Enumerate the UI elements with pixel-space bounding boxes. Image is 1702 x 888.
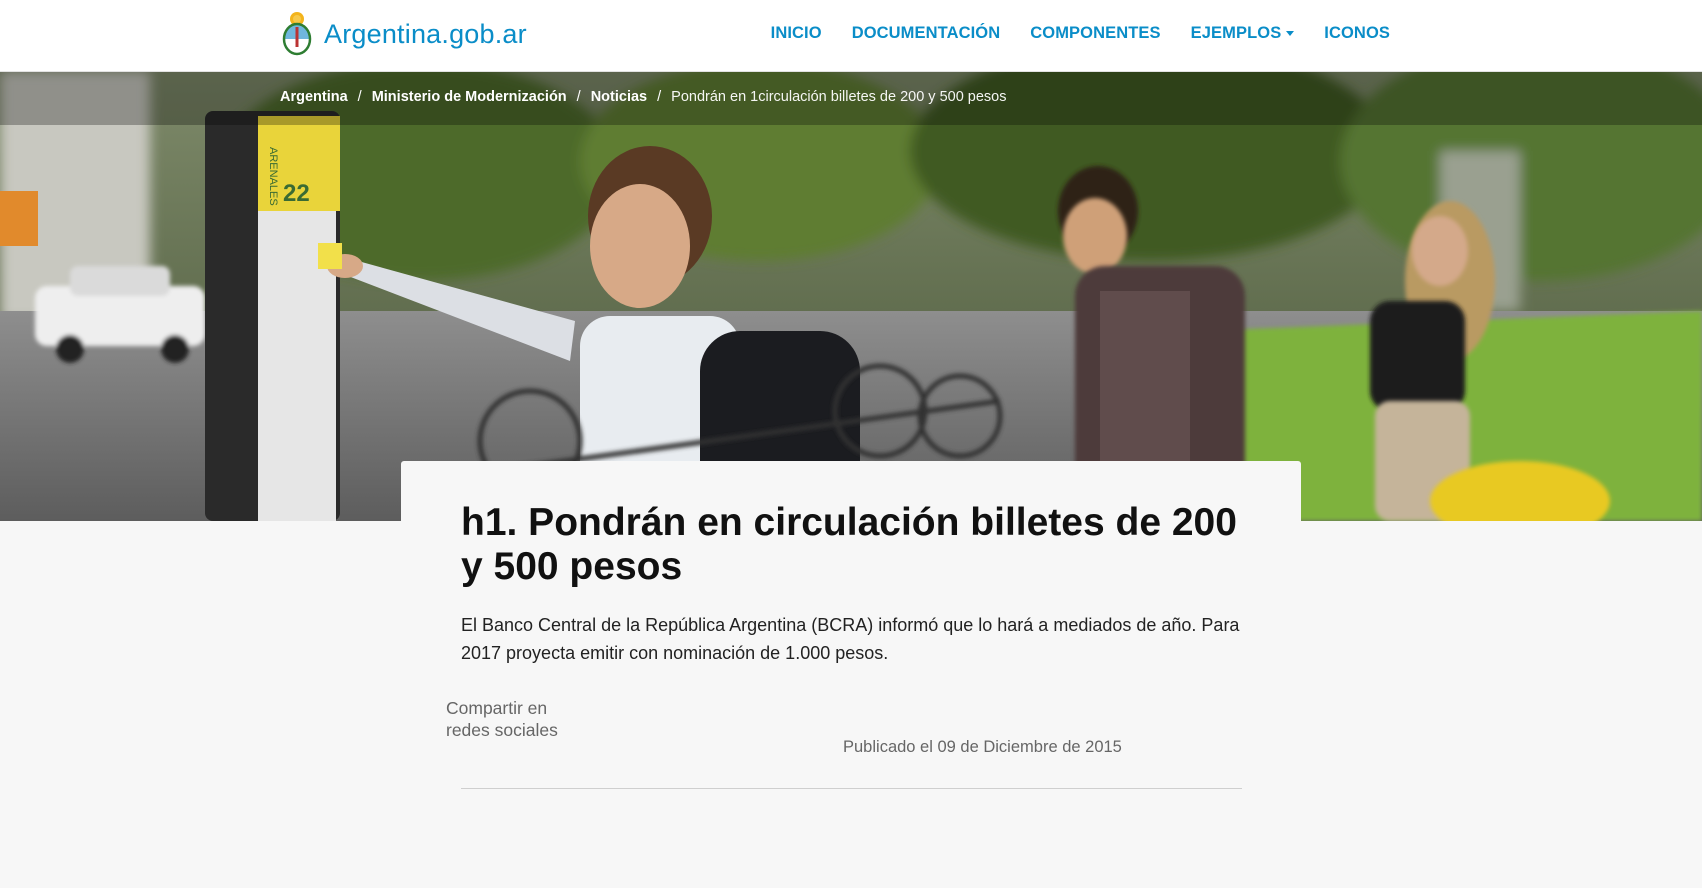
breadcrumb-argentina[interactable]: Argentina (280, 89, 348, 105)
breadcrumb-separator: / (357, 89, 362, 105)
breadcrumb-separator: / (576, 89, 581, 105)
share-label: Compartir en redes sociales (446, 698, 558, 740)
breadcrumb-separator: / (657, 89, 662, 105)
nav-documentacion[interactable]: DOCUMENTACIÓN (852, 24, 1001, 43)
article-card: h1. Pondrán en circulación billetes de 2… (401, 461, 1301, 791)
nav-ejemplos-label: EJEMPLOS (1190, 24, 1282, 42)
divider (461, 788, 1242, 789)
brand-name: Argentina.gob.ar (324, 18, 527, 49)
breadcrumb-current: Pondrán en 1circulación billetes de 200 … (671, 89, 1007, 105)
caret-down-icon (1286, 31, 1295, 36)
breadcrumb: Argentina / Ministerio de Modernización … (280, 89, 1007, 105)
hero-photo: ARENALES 22 (0, 71, 1702, 521)
article-title: h1. Pondrán en circulación billetes de 2… (461, 501, 1237, 588)
hero-image: ARENALES 22 (0, 71, 1702, 521)
nav-ejemplos[interactable]: EJEMPLOS (1191, 24, 1295, 43)
article-lead: El Banco Central de la República Argenti… (461, 615, 1240, 663)
nav-inicio[interactable]: INICIO (771, 24, 822, 43)
main-nav: INICIO DOCUMENTACIÓN COMPONENTES EJEMPLO… (741, 24, 1390, 43)
nav-iconos[interactable]: ICONOS (1324, 24, 1390, 43)
nav-componentes[interactable]: COMPONENTES (1030, 24, 1160, 43)
top-navbar: Argentina.gob.ar INICIO DOCUMENTACIÓN CO… (0, 0, 1702, 72)
brand-link[interactable]: Argentina.gob.ar (280, 11, 527, 57)
breadcrumb-bar: Argentina / Ministerio de Modernización … (0, 71, 1702, 125)
coat-of-arms-icon (282, 12, 312, 56)
breadcrumb-noticias[interactable]: Noticias (591, 89, 647, 105)
hero-sign-number: 22 (283, 180, 310, 207)
breadcrumb-ministerio[interactable]: Ministerio de Modernización (372, 89, 567, 105)
hero-sign-label: ARENALES (267, 147, 279, 206)
published-date: Publicado el 09 de Diciembre de 2015 (843, 738, 1122, 756)
